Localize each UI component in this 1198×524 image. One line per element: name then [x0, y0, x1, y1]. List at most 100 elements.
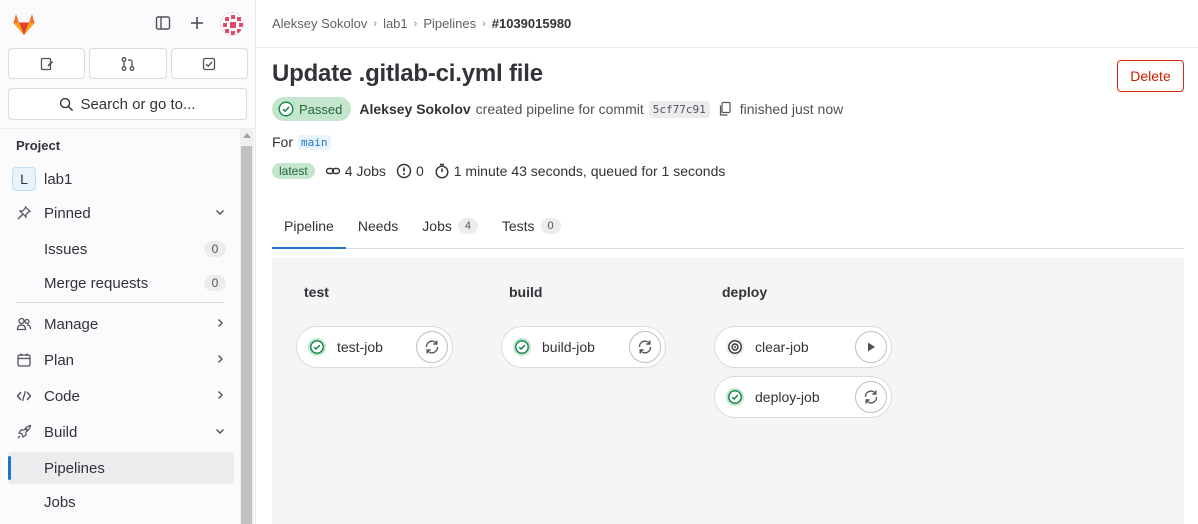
- retry-button[interactable]: [416, 331, 448, 363]
- pipeline-tabs: Pipeline Needs Jobs 4 Tests 0: [272, 204, 1184, 249]
- sidebar-item-label: lab1: [44, 170, 73, 188]
- scroll-up-arrow-icon[interactable]: [243, 133, 251, 138]
- header-divider: [256, 47, 1198, 48]
- status-success-icon: [513, 338, 531, 356]
- chevron-down-icon: [214, 425, 226, 440]
- author-link[interactable]: Aleksey Sokolov: [359, 101, 470, 117]
- ref-row: For main: [272, 134, 331, 150]
- sidebar-item-label: Merge requests: [44, 274, 149, 292]
- sidebar-item-build[interactable]: Build: [8, 416, 234, 448]
- stage-title: build: [509, 284, 543, 300]
- search-button[interactable]: Search or go to...: [8, 88, 247, 120]
- sidebar-item-plan[interactable]: Plan: [8, 344, 234, 376]
- job-item[interactable]: build-job: [501, 326, 666, 368]
- tab-needs[interactable]: Needs: [346, 204, 410, 248]
- stage-title: deploy: [722, 284, 768, 300]
- sidebar-item-manage[interactable]: Manage: [8, 308, 234, 340]
- assigned-issues-button[interactable]: [8, 48, 86, 79]
- job-name: test-job: [337, 339, 383, 355]
- issues-count-badge: 0: [204, 241, 226, 257]
- pending-count: 0: [415, 163, 424, 179]
- sidebar-item-label: Pipelines: [44, 459, 105, 477]
- copy-icon[interactable]: [718, 101, 732, 117]
- sidebar-item-label: Code: [44, 387, 80, 405]
- sidebar-item-pinned[interactable]: Pinned: [8, 197, 234, 229]
- breadcrumb-item[interactable]: lab1: [383, 16, 408, 31]
- breadcrumb-separator-icon: ›: [373, 17, 378, 30]
- play-icon: [868, 342, 875, 352]
- main-content: Aleksey Sokolov › lab1 › Pipelines › #10…: [256, 0, 1198, 524]
- retry-button[interactable]: [629, 331, 661, 363]
- users-icon: [16, 316, 32, 332]
- search-label: Search or go to...: [80, 95, 196, 113]
- chevron-right-icon: [214, 353, 226, 368]
- sidebar-toggle-icon[interactable]: [153, 13, 173, 33]
- sidebar-item-pipelines[interactable]: Pipelines: [8, 452, 234, 484]
- created-text: created pipeline for commit: [475, 101, 644, 117]
- retry-icon: [864, 390, 878, 404]
- job-item[interactable]: test-job: [296, 326, 453, 368]
- play-button[interactable]: [855, 331, 887, 363]
- delete-pipeline-button[interactable]: Delete: [1117, 60, 1184, 92]
- sidebar: Search or go to... Project L lab1 Pinned…: [0, 0, 256, 524]
- finished-text: finished just now: [739, 101, 844, 117]
- sidebar-item-issues[interactable]: Issues 0: [8, 233, 234, 265]
- duration-stat: 1 minute 43 seconds, queued for 1 second…: [434, 163, 726, 179]
- sidebar-top-bar: [0, 0, 256, 46]
- job-item[interactable]: deploy-job: [714, 376, 892, 418]
- todo-list-button[interactable]: [170, 48, 248, 79]
- search-icon: [60, 97, 74, 111]
- retry-button[interactable]: [855, 381, 887, 413]
- user-avatar[interactable]: [220, 12, 244, 36]
- merge-request-icon: [121, 56, 135, 71]
- tab-jobs[interactable]: Jobs 4: [410, 204, 490, 248]
- sidebar-item-jobs[interactable]: Jobs: [8, 486, 234, 518]
- sidebar-item-code[interactable]: Code: [8, 380, 234, 412]
- project-avatar: L: [12, 167, 36, 191]
- status-label: Passed: [299, 101, 343, 117]
- tab-count-badge: 0: [540, 218, 561, 234]
- pipeline-graph: test build deploy test-job build-job cle…: [272, 258, 1184, 524]
- timer-icon: [435, 163, 449, 179]
- issues-icon: [40, 57, 53, 70]
- sidebar-divider: [0, 128, 256, 129]
- merge-requests-count-badge: 0: [204, 275, 226, 291]
- breadcrumb-item[interactable]: Pipelines: [423, 16, 476, 31]
- breadcrumb-separator-icon: ›: [482, 17, 486, 30]
- retry-icon: [425, 340, 439, 354]
- status-success-icon: [278, 101, 294, 117]
- merge-requests-button[interactable]: [89, 48, 167, 79]
- status-success-icon: [308, 338, 326, 356]
- breadcrumb-item[interactable]: Aleksey Sokolov: [272, 16, 367, 31]
- job-name: deploy-job: [755, 389, 820, 405]
- page-title: Update .gitlab-ci.yml file: [272, 60, 543, 87]
- job-item[interactable]: clear-job: [714, 326, 892, 368]
- breadcrumb: Aleksey Sokolov › lab1 › Pipelines › #10…: [272, 16, 571, 31]
- status-success-icon: [726, 388, 744, 406]
- commit-sha-link[interactable]: 5cf77c91: [648, 100, 710, 118]
- sidebar-item-merge-requests[interactable]: Merge requests 0: [8, 267, 234, 299]
- status-manual-icon: [726, 338, 744, 356]
- pipeline-stats: latest 4 Jobs 0 1 minute 43 seconds, que…: [272, 161, 725, 181]
- sidebar-item-label: Jobs: [44, 493, 76, 511]
- status-badge[interactable]: Passed: [272, 97, 352, 121]
- sidebar-scrollbar-thumb[interactable]: [241, 146, 252, 524]
- gitlab-logo[interactable]: [10, 10, 38, 38]
- pipeline-meta: Passed Aleksey Sokolov created pipeline …: [272, 97, 843, 121]
- jobs-count-text: 4 Jobs: [344, 163, 386, 179]
- branch-ref-link[interactable]: main: [298, 134, 331, 150]
- retry-icon: [638, 340, 652, 354]
- sidebar-item-project[interactable]: L lab1: [8, 163, 234, 195]
- sidebar-item-label: Issues: [44, 240, 88, 258]
- sidebar-item-label: Manage: [44, 315, 99, 333]
- tab-tests[interactable]: Tests 0: [490, 204, 573, 248]
- sidebar-item-label: Plan: [44, 351, 75, 369]
- tab-label: Jobs: [422, 218, 452, 234]
- for-label: For: [272, 134, 293, 150]
- tab-pipeline[interactable]: Pipeline: [272, 204, 346, 249]
- breadcrumb-current[interactable]: #1039015980: [492, 16, 572, 31]
- create-new-icon[interactable]: [187, 13, 207, 33]
- jobs-stat: 4 Jobs: [325, 163, 386, 179]
- job-name: clear-job: [755, 339, 809, 355]
- duration-text: 1 minute 43 seconds, queued for 1 second…: [453, 163, 726, 179]
